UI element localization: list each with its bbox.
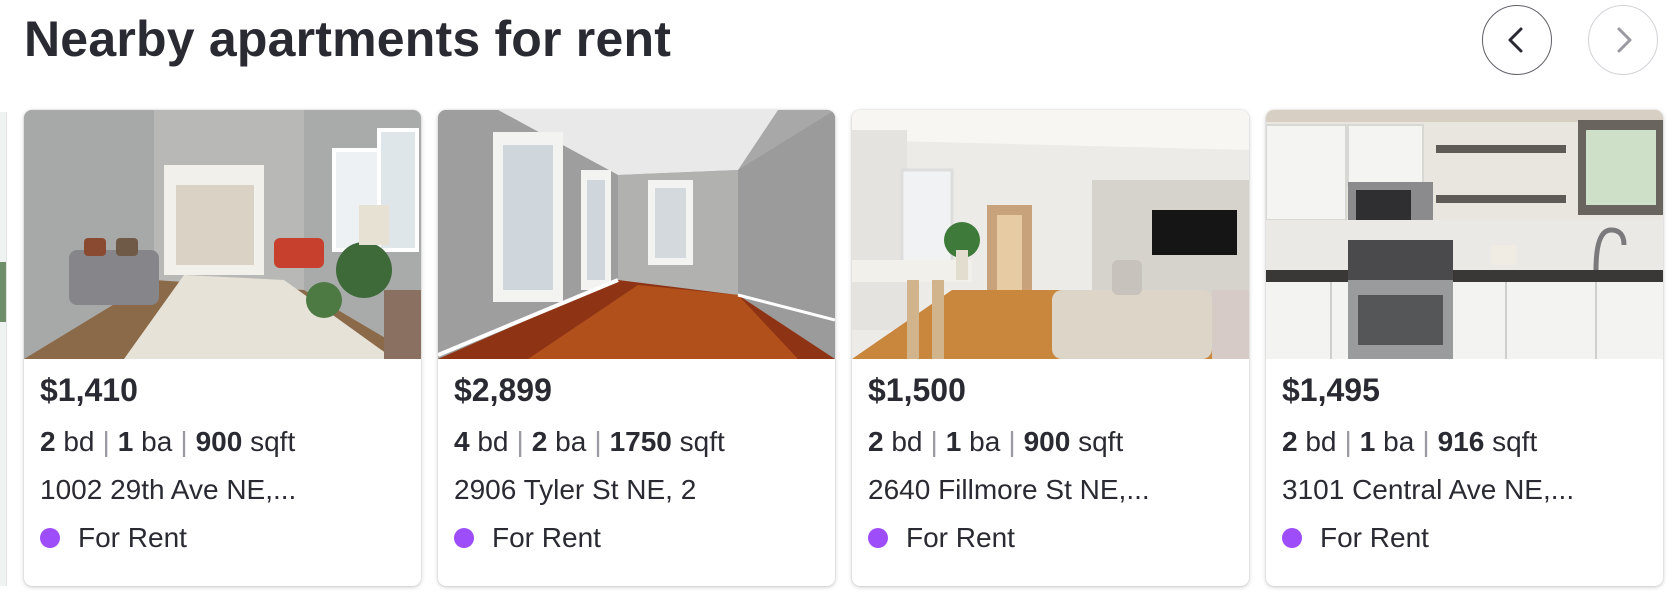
status-label: For Rent	[492, 522, 601, 553]
listing-card[interactable]: $1,500 2 bd | 1 ba | 900 sqft 2640 Fillmore …	[852, 110, 1249, 586]
sqft-count: 1750	[609, 426, 672, 457]
sqft-unit: sqft	[250, 426, 296, 457]
status-dot-icon	[40, 528, 60, 548]
listing-specs: 2 bd | 1 ba | 900 sqft	[40, 426, 295, 458]
divider: |	[180, 426, 188, 457]
divider: |	[516, 426, 524, 457]
listing-address: 1002 29th Ave NE,...	[40, 474, 297, 505]
divider: |	[1344, 426, 1352, 457]
listing-card[interactable]: $2,899 4 bd | 2 ba | 1750 sqft 2906 Tyler St…	[438, 110, 835, 586]
listing-card[interactable]: $1,495 2 bd | 1 ba | 916 sqft 3101 Central A…	[1266, 110, 1663, 586]
status-label: For Rent	[1320, 522, 1429, 553]
next-button[interactable]	[1588, 5, 1658, 75]
baths-unit: ba	[141, 426, 173, 457]
listing-address: 2906 Tyler St NE, 2	[454, 474, 697, 505]
baths-unit: ba	[555, 426, 587, 457]
listing-specs: 2 bd | 1 ba | 900 sqft	[868, 426, 1123, 458]
listing-address: 3101 Central Ave NE,...	[1282, 474, 1575, 505]
sqft-unit: sqft	[1078, 426, 1124, 457]
baths-count: 1	[117, 426, 134, 457]
divider: |	[594, 426, 602, 457]
beds-count: 2	[868, 426, 884, 457]
empty-room-photo	[438, 110, 835, 359]
status-dot-icon	[1282, 528, 1302, 548]
baths-unit: ba	[969, 426, 1001, 457]
beds-count: 2	[40, 426, 56, 457]
chevron-right-icon	[1617, 27, 1632, 53]
beds-unit: bd	[1305, 426, 1337, 457]
baths-count: 2	[531, 426, 548, 457]
divider: |	[102, 426, 110, 457]
sqft-unit: sqft	[679, 426, 725, 457]
listing-status: For Rent	[868, 522, 1015, 554]
beds-unit: bd	[477, 426, 509, 457]
listing-status: For Rent	[1282, 522, 1429, 554]
listing-price: $1,495	[1282, 372, 1380, 408]
living-area-photo	[852, 110, 1249, 359]
sqft-count: 900	[1023, 426, 1071, 457]
divider: |	[1008, 426, 1016, 457]
listing-price: $1,500	[868, 372, 966, 408]
baths-unit: ba	[1383, 426, 1415, 457]
status-label: For Rent	[906, 522, 1015, 553]
chevron-left-icon	[1508, 27, 1523, 53]
beds-unit: bd	[891, 426, 923, 457]
baths-count: 1	[1359, 426, 1376, 457]
listing-address: 2640 Fillmore St NE,...	[868, 474, 1150, 505]
status-dot-icon	[868, 528, 888, 548]
status-dot-icon	[454, 528, 474, 548]
beds-count: 4	[454, 426, 470, 457]
sqft-count: 900	[195, 426, 243, 457]
listing-status: For Rent	[454, 522, 601, 554]
beds-unit: bd	[63, 426, 95, 457]
listing-price: $1,410	[40, 372, 138, 408]
status-label: For Rent	[78, 522, 187, 553]
listing-specs: 4 bd | 2 ba | 1750 sqft	[454, 426, 725, 458]
divider: |	[930, 426, 938, 457]
listing-price: $2,899	[454, 372, 552, 408]
baths-count: 1	[945, 426, 962, 457]
previous-button[interactable]	[1482, 5, 1552, 75]
listing-specs: 2 bd | 1 ba | 916 sqft	[1282, 426, 1537, 458]
previous-card-edge	[0, 112, 7, 586]
sqft-unit: sqft	[1492, 426, 1538, 457]
living-room-photo	[24, 110, 421, 359]
sqft-count: 916	[1437, 426, 1485, 457]
listing-card[interactable]: $1,410 2 bd | 1 ba | 900 sqft 1002 29th Ave …	[24, 110, 421, 586]
kitchen-photo	[1266, 110, 1663, 359]
listing-status: For Rent	[40, 522, 187, 554]
beds-count: 2	[1282, 426, 1298, 457]
section-title: Nearby apartments for rent	[24, 11, 672, 67]
divider: |	[1422, 426, 1430, 457]
